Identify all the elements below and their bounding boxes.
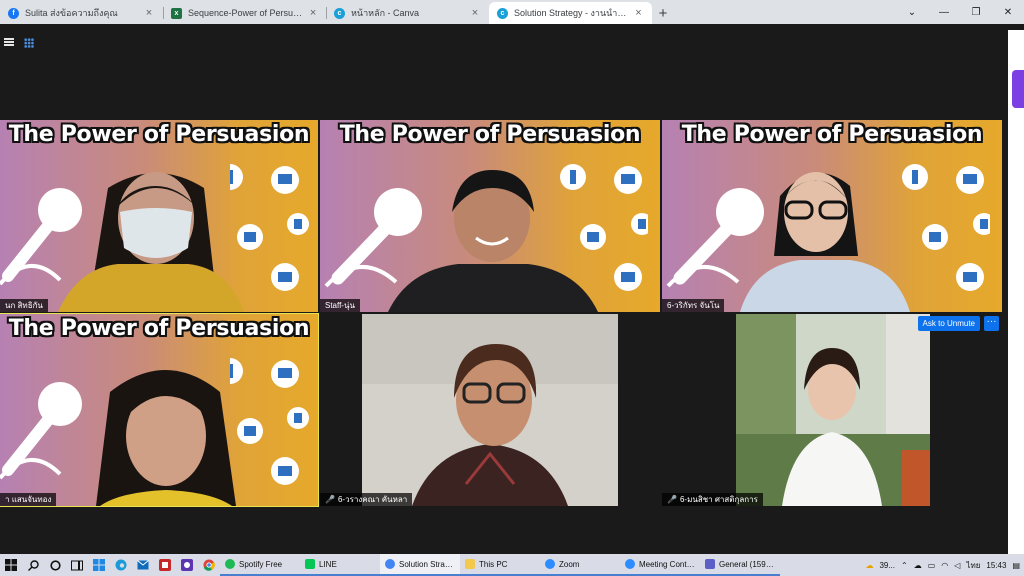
ask-to-unmute-button[interactable]: Ask to Unmute	[917, 316, 980, 331]
participant-video	[58, 172, 244, 312]
cortana-icon[interactable]	[44, 554, 66, 576]
clock[interactable]: 15:43	[986, 561, 1006, 570]
close-window-icon[interactable]: ✕	[992, 0, 1024, 24]
participant-name: า แสนจันทอง	[0, 493, 57, 506]
tab-excel[interactable]: x Sequence-Power of Persuation.xlsx ×	[163, 2, 326, 24]
participant-tile[interactable]: Ask to Unmute ··· 🎤 6-มนสิชา ศาสติกุลการ	[662, 314, 1002, 506]
participant-name: 6-วริกัทร จันโน	[662, 299, 725, 312]
muted-mic-icon: 🎤	[667, 495, 677, 504]
banner-title: The Power of Persuasion	[8, 122, 310, 147]
language-indicator[interactable]: ไทย	[966, 559, 980, 572]
participant-tile[interactable]: The Power of Persuasion	[320, 120, 660, 312]
cloud-icon[interactable]: ☁	[914, 561, 922, 570]
search-icon[interactable]	[22, 554, 44, 576]
close-icon[interactable]: ×	[308, 7, 318, 19]
chrome-icon	[385, 559, 395, 569]
banner-title: The Power of Persuasion	[339, 122, 641, 147]
participant-name: Staff-นุ่น	[320, 299, 360, 312]
weather-text: 39...	[879, 560, 896, 570]
participant-name: นก สิทธิกัน	[0, 299, 48, 312]
red-app-icon[interactable]	[154, 554, 176, 576]
taskbar-app-this-pc[interactable]: This PC	[460, 554, 540, 576]
people-icons	[902, 164, 990, 291]
taskbar-app-meeting-controls[interactable]: Meeting Contr...	[620, 554, 700, 576]
participant-video	[736, 314, 930, 506]
muted-mic-icon: 🎤	[325, 495, 335, 504]
photo-app-icon[interactable]	[176, 554, 198, 576]
virtual-background: The Power of Persuasion	[320, 120, 660, 312]
participant-video	[740, 172, 910, 312]
background-window-tab	[1012, 70, 1024, 108]
close-icon[interactable]: ×	[143, 7, 155, 19]
taskbar-app-teams[interactable]: General (15943...	[700, 554, 780, 576]
participant-tile[interactable]: The Power of Persuasion	[662, 120, 1002, 312]
tab-canva-home[interactable]: c หน้าหลัก - Canva ×	[326, 2, 489, 24]
virtual-background: The Power of Persuasion	[0, 314, 318, 506]
virtual-background: The Power of Persuasion	[662, 120, 1002, 312]
participant-tile[interactable]: 🎤 6-วรางคณา คันหลา	[320, 314, 660, 506]
wifi-icon[interactable]: ◠	[941, 561, 948, 570]
volume-icon[interactable]: ◁	[954, 561, 960, 570]
system-tray: ☁ 39... ⌃ ☁ ▭ ◠ ◁ ไทย 15:43 ▤	[865, 559, 1024, 572]
zoom-icon	[625, 559, 635, 569]
more-options-button[interactable]: ···	[984, 316, 999, 331]
window-controls: ⌄ — ❐ ✕	[896, 0, 1024, 24]
minimize-icon[interactable]: —	[928, 0, 960, 24]
participant-name: 🎤 6-มนสิชา ศาสติกุลการ	[662, 493, 763, 506]
chrome-icon[interactable]	[198, 554, 220, 576]
participant-tile[interactable]: The Power of Persuasion	[0, 313, 319, 507]
virtual-background: The Power of Persuasion	[0, 120, 318, 312]
close-icon[interactable]: ×	[469, 7, 481, 19]
task-view-icon[interactable]	[66, 554, 88, 576]
tab-title: หน้าหลัก - Canva	[351, 8, 420, 18]
weather-icon[interactable]: ☁	[865, 561, 873, 570]
microphone-icon	[0, 382, 82, 480]
facebook-icon: f	[8, 7, 19, 19]
participant-video	[388, 170, 598, 312]
canva-icon: c	[497, 7, 508, 19]
excel-icon: x	[171, 7, 182, 19]
close-icon[interactable]: ×	[633, 7, 644, 19]
zoom-icon	[545, 559, 555, 569]
participant-tile[interactable]: The Power of Persuasion	[0, 120, 318, 312]
participant-video	[96, 370, 236, 506]
taskbar-app-chrome[interactable]: Solution Strate...	[380, 554, 460, 576]
taskbar-app-zoom[interactable]: Zoom	[540, 554, 620, 576]
banner-title: The Power of Persuasion	[8, 316, 310, 341]
menu-icon[interactable]	[4, 38, 14, 46]
tab-search-icon[interactable]: ⌄	[896, 0, 928, 24]
participant-name: 🎤 6-วรางคณา คันหลา	[320, 493, 413, 506]
edge-icon[interactable]	[110, 554, 132, 576]
participant-video	[362, 314, 618, 506]
line-icon	[305, 559, 315, 569]
zoom-toolbar	[0, 30, 1008, 52]
canva-icon: c	[334, 7, 345, 19]
tab-facebook[interactable]: f Sulita ส่งข้อความถึงคุณ ×	[0, 2, 163, 24]
background-window-edge	[1008, 30, 1024, 554]
spotify-icon	[225, 559, 235, 569]
banner-title: The Power of Persuasion	[681, 122, 983, 147]
taskbar-app-line[interactable]: LINE	[300, 554, 380, 576]
screen: f Sulita ส่งข้อความถึงคุณ × x Sequence-P…	[0, 0, 1024, 576]
new-tab-button[interactable]: +	[652, 2, 674, 24]
battery-icon[interactable]: ▭	[928, 561, 936, 570]
gallery-view-icon[interactable]	[24, 38, 34, 48]
maximize-icon[interactable]: ❐	[960, 0, 992, 24]
folder-icon	[465, 559, 475, 569]
chevron-up-icon[interactable]: ⌃	[901, 561, 908, 570]
store-icon[interactable]	[88, 554, 110, 576]
tab-solution-strategy[interactable]: c Solution Strategy - งานนำเสนอ ×	[489, 2, 652, 24]
tab-title: Sulita ส่งข้อความถึงคุณ	[25, 8, 118, 18]
mail-icon[interactable]	[132, 554, 154, 576]
notification-icon[interactable]: ▤	[1012, 561, 1020, 570]
teams-icon	[705, 559, 715, 569]
video-gallery: The Power of Persuasion นก สิทธิกัน The …	[0, 52, 1008, 554]
tab-title: Solution Strategy - งานนำเสนอ	[514, 8, 629, 18]
windows-start-icon[interactable]	[0, 554, 22, 576]
browser-tab-strip: f Sulita ส่งข้อความถึงคุณ × x Sequence-P…	[0, 0, 1024, 24]
taskbar-app-spotify[interactable]: Spotify Free	[220, 554, 300, 576]
windows-taskbar: Spotify Free LINE Solution Strate... Thi…	[0, 554, 1024, 576]
tab-title: Sequence-Power of Persuation.xlsx	[188, 8, 304, 18]
